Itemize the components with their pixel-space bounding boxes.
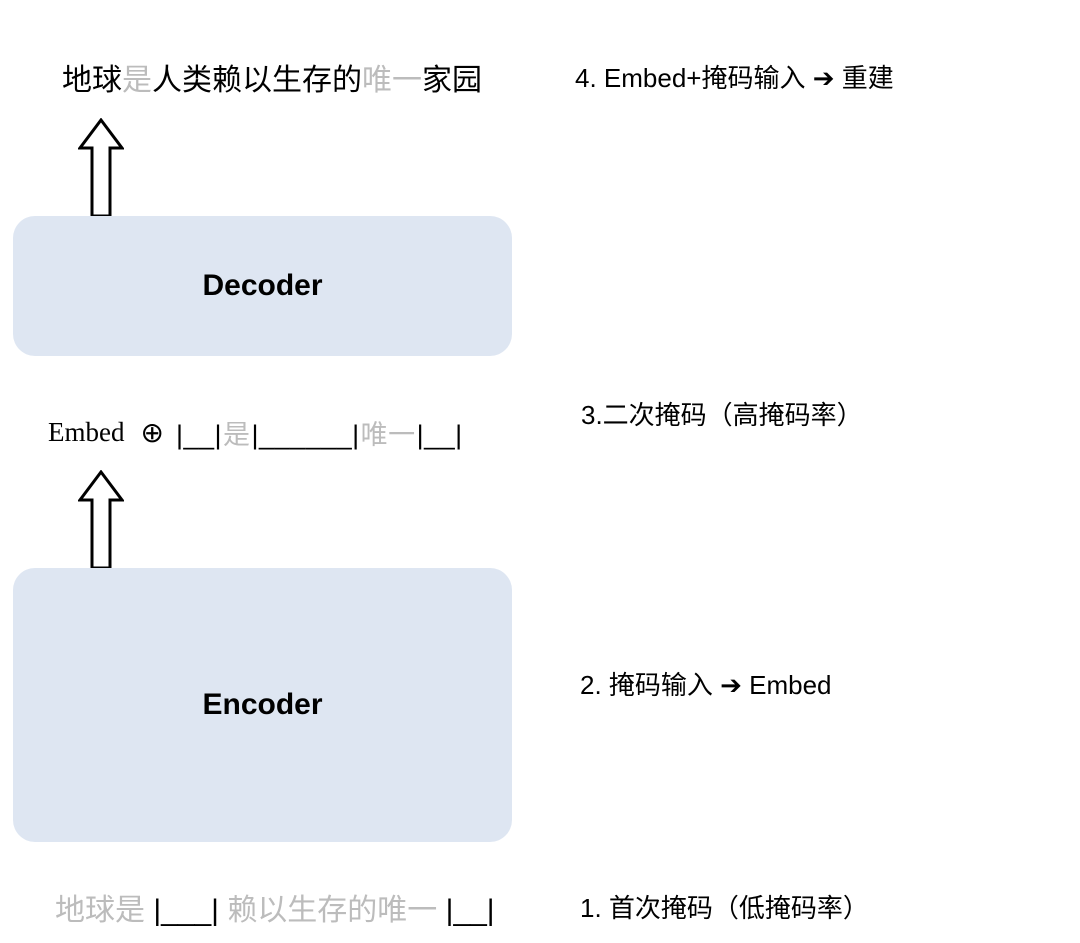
decoder-label: Decoder	[202, 269, 322, 303]
caption-step3: 3.二次掩码（高掩码率）	[581, 395, 863, 432]
encoder-label: Encoder	[202, 688, 322, 722]
encoder-box: Encoder	[13, 568, 512, 842]
decoder-box: Decoder	[13, 216, 512, 356]
embed-masked-line: Embed ⊕ |__| 是 |______| 唯一 |__|	[48, 413, 463, 452]
caption-step1: 1. 首次掩码（低掩码率）	[580, 888, 869, 925]
oplus-icon: ⊕	[140, 416, 163, 449]
embed-prefix: Embed	[48, 417, 124, 448]
arrow-decoder-to-output	[78, 118, 124, 216]
arrow-encoder-to-embed	[78, 470, 124, 568]
embed-tokens: |__| 是 |______| 唯一 |__|	[176, 413, 463, 452]
caption-step2: 2. 掩码输入 ➔ Embed	[580, 665, 832, 702]
caption-step4: 4. Embed+掩码输入 ➔ 重建	[575, 58, 894, 95]
input-masked-line: 地球是 |___| 赖以生存的唯一 |__|	[55, 885, 495, 929]
output-sentence: 地球是人类赖以生存的唯一家园	[62, 55, 482, 99]
